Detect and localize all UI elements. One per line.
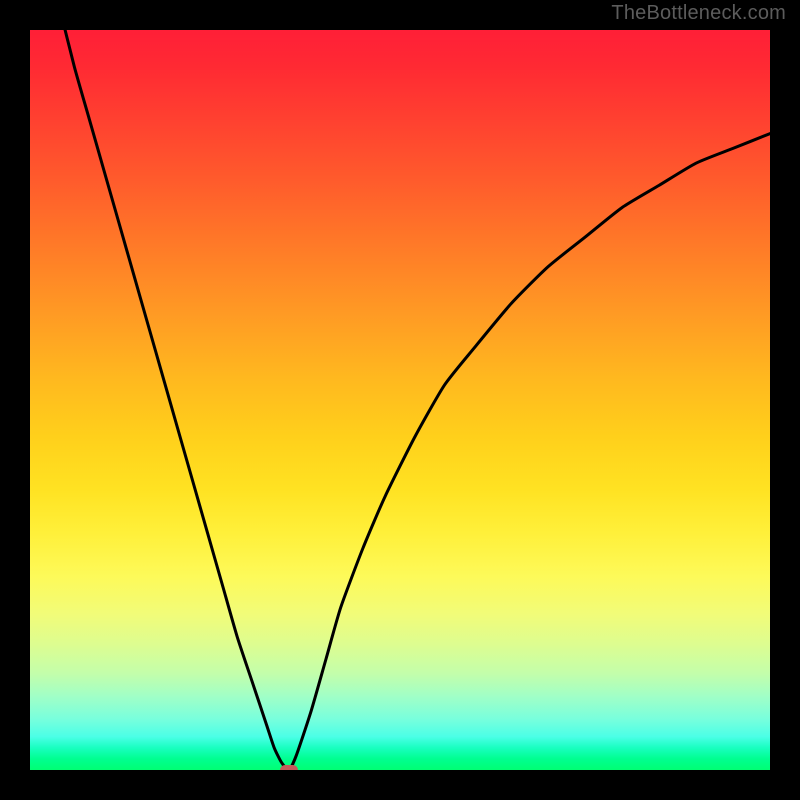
optimal-point-marker bbox=[280, 765, 298, 770]
chart-frame: TheBottleneck.com bbox=[0, 0, 800, 800]
watermark-text: TheBottleneck.com bbox=[611, 2, 786, 25]
bottleneck-curve bbox=[30, 30, 770, 770]
plot-area bbox=[30, 30, 770, 770]
curve-svg bbox=[30, 30, 770, 770]
